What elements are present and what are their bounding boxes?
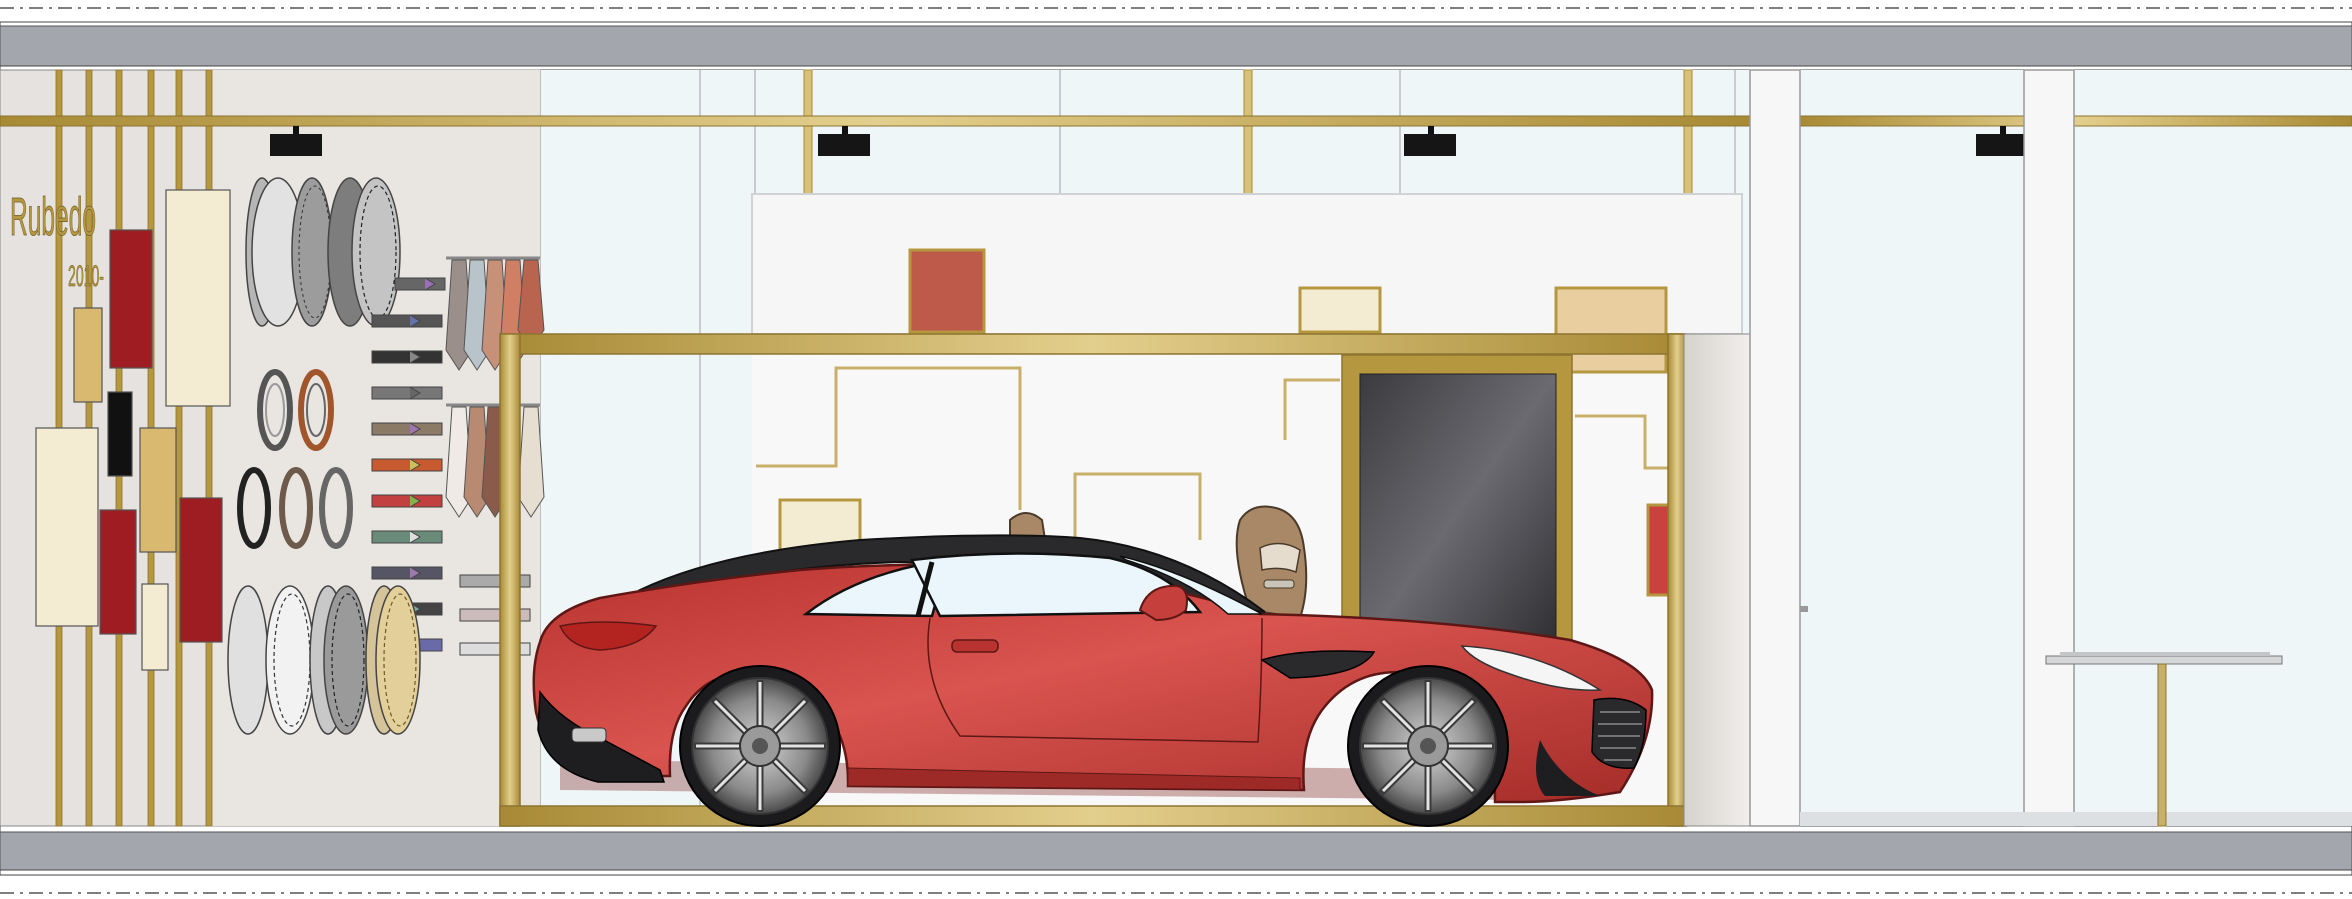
alloy-wheel-icon bbox=[1347, 665, 1509, 827]
brand-name: Rubedo bbox=[10, 187, 96, 247]
alloy-wheel-icon bbox=[245, 177, 401, 327]
light-track bbox=[0, 115, 1751, 127]
alloy-wheel-icon bbox=[679, 665, 841, 827]
side-pier bbox=[1683, 333, 1751, 827]
floor-line bbox=[1800, 812, 2352, 826]
video-screen bbox=[1341, 354, 1573, 656]
brand-year: 2010- bbox=[68, 260, 104, 293]
alloy-wheel-icon bbox=[227, 585, 421, 735]
showroom-elevation: Rubedo 2010- bbox=[0, 0, 2352, 899]
elevation-drawing: Rubedo 2010- bbox=[0, 7, 2352, 894]
glass-facade-right bbox=[1800, 70, 2352, 826]
door-handle-icon bbox=[1800, 606, 1808, 612]
ceiling-beam bbox=[0, 21, 2352, 71]
light-track-right bbox=[1799, 115, 2352, 127]
floor-beam bbox=[0, 825, 2352, 876]
